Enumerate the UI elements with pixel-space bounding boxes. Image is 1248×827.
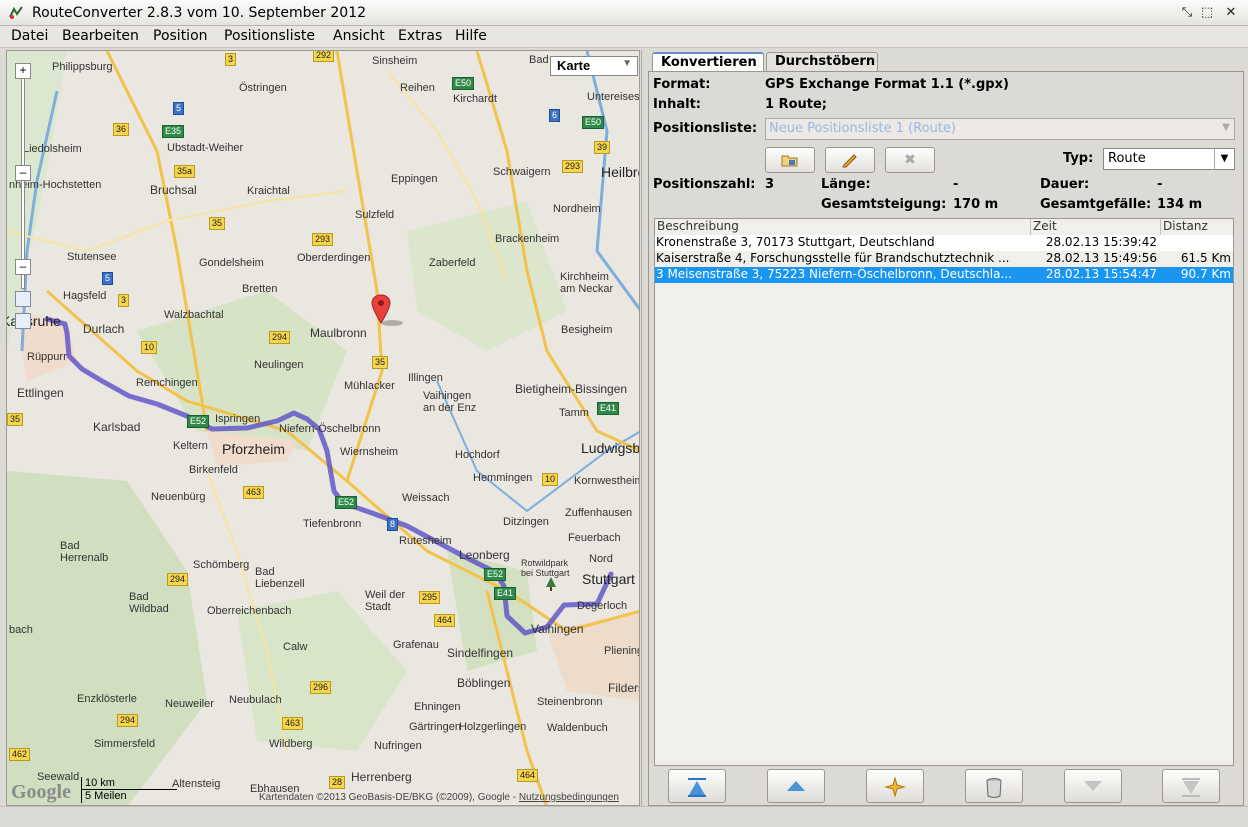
cell-zeit: 28.02.13 15:39:42 [1045,235,1157,249]
terms-link[interactable]: Nutzungsbedingungen [519,792,619,803]
cell-zeit: 28.02.13 15:54:47 [1045,267,1157,281]
delete-position-button[interactable] [965,769,1023,803]
tab-durchstoebern[interactable]: Durchstöbern [766,52,878,72]
zoom-slider-handle[interactable]: – [15,165,31,181]
minimize-icon[interactable]: ⤡ [1178,5,1196,21]
cell-beschreibung: Kaiserstraße 4, Forschungsstelle für Bra… [656,251,1010,265]
zoom-to-route-icon[interactable] [15,313,31,329]
laenge-label: Länge: [821,177,871,192]
position-table[interactable]: Beschreibung Zeit Distanz Kronenstraße 3… [654,218,1234,766]
zoom-to-selection-icon[interactable] [15,291,31,307]
google-logo: Google [11,781,71,803]
menu-hilfe[interactable]: Hilfe [455,28,487,44]
chevron-down-icon: ▼ [1214,149,1234,169]
tab-konvertieren[interactable]: Konvertieren [652,52,764,72]
inhalt-value: 1 Route; [765,97,827,112]
close-icon[interactable]: ✕ [1222,5,1240,21]
menu-bar: Datei Bearbeiten Position Positionsliste… [0,26,1248,48]
zoom-out-button[interactable]: – [15,259,31,275]
cell-zeit: 28.02.13 15:49:56 [1045,251,1157,265]
arrow-up-icon [787,781,805,791]
zoom-in-button[interactable]: + [15,63,31,79]
move-top-icon [688,778,706,797]
delete-list-button[interactable]: ✖ [885,147,935,173]
column-header-distanz[interactable]: Distanz [1161,219,1233,235]
menu-ansicht[interactable]: Ansicht [333,28,385,44]
dauer-label: Dauer: [1040,177,1090,192]
table-row[interactable]: Kaiserstraße 4, Forschungsstelle für Bra… [655,251,1233,267]
open-folder-icon [781,155,798,167]
right-panel: Konvertieren Durchstöbern Format: GPS Ex… [648,50,1244,806]
inhalt-label: Inhalt: [653,97,701,112]
menu-datei[interactable]: Datei [11,28,48,44]
chevron-down-icon: ▼ [1222,122,1230,133]
delete-icon: ✖ [904,152,916,168]
trash-icon [986,778,1002,798]
format-value: GPS Exchange Format 1.1 (*.gpx) [765,77,1009,92]
typ-select[interactable]: Route ▼ [1103,148,1235,170]
scale-miles: 5 Meilen [81,790,155,803]
cell-distanz: 90.7 Km [1180,267,1231,281]
table-row-selected[interactable]: 3 Meisenstraße 3, 75223 Niefern-Öschelbr… [655,267,1233,283]
gesamtgefaelle-label: Gesamtgefälle: [1040,197,1152,212]
cell-beschreibung: Kronenstraße 3, 70173 Stuttgart, Deutsch… [656,235,935,249]
format-label: Format: [653,77,711,92]
table-row[interactable]: Kronenstraße 3, 70173 Stuttgart, Deutsch… [655,235,1233,251]
move-to-top-button[interactable] [668,769,726,803]
map-marker-icon[interactable] [371,293,407,327]
positionszahl-label: Positionszahl: [653,177,756,192]
sparkle-add-icon [884,776,906,798]
window-title: RouteConverter 2.8.3 vom 10. September 2… [32,5,367,21]
menu-positionsliste[interactable]: Positionsliste [224,28,315,44]
map-copyright: Kartendaten ©2013 GeoBasis-DE/BKG (©2009… [259,792,619,803]
move-to-bottom-button[interactable] [1162,769,1220,803]
menu-position[interactable]: Position [153,28,208,44]
cell-distanz: 61.5 Km [1180,251,1231,265]
positionsliste-select[interactable]: Neue Positionsliste 1 (Route) ▼ [765,118,1235,140]
menu-extras[interactable]: Extras [398,28,442,44]
split-pane-divider[interactable] [641,50,648,806]
routeconverter-icon [9,6,23,19]
move-down-button[interactable] [1064,769,1122,803]
application-window: RouteConverter 2.8.3 vom 10. September 2… [0,0,1248,827]
gesamtsteigung-label: Gesamtsteigung: [821,197,947,212]
map-view[interactable]: Philippsburg Östringen Sinsheim Reihen K… [6,50,640,806]
status-strip [0,806,1248,827]
cell-beschreibung: 3 Meisenstraße 3, 75223 Niefern-Öschelbr… [656,267,1012,281]
title-bar: RouteConverter 2.8.3 vom 10. September 2… [0,0,1248,26]
convert-panel: Format: GPS Exchange Format 1.1 (*.gpx) … [648,71,1244,806]
move-bottom-icon [1182,778,1200,797]
dauer-value: - [1157,177,1163,192]
map-scale: 10 km 5 Meilen [81,777,177,803]
positionszahl-value: 3 [765,177,775,192]
positionsliste-label: Positionsliste: [653,121,758,136]
rename-list-button[interactable] [825,147,875,173]
move-up-button[interactable] [767,769,825,803]
open-list-button[interactable] [765,147,815,173]
gesamtgefaelle-value: 134 m [1157,197,1203,212]
map-type-select[interactable]: Karte ▼ [550,56,638,76]
scale-km: 10 km [81,777,177,790]
typ-label: Typ: [1063,151,1094,166]
park-icon [546,577,556,591]
menu-bearbeiten[interactable]: Bearbeiten [62,28,139,44]
add-position-button[interactable] [866,769,924,803]
laenge-value: - [953,177,959,192]
arrow-down-icon [1084,781,1102,791]
chevron-down-icon: ▼ [622,58,632,69]
gesamtsteigung-value: 170 m [953,197,999,212]
pencil-icon [842,154,857,168]
maximize-icon[interactable]: ⬚ [1198,5,1216,21]
column-header-beschreibung[interactable]: Beschreibung [655,219,1031,235]
column-header-zeit[interactable]: Zeit [1031,219,1161,235]
